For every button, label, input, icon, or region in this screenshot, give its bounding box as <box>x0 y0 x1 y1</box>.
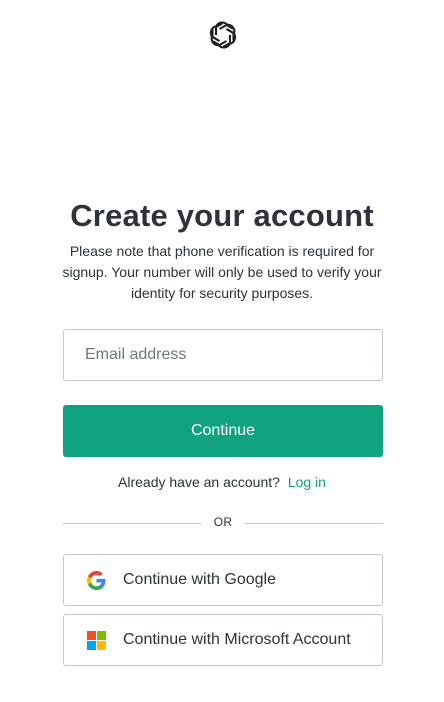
continue-with-microsoft-button[interactable]: Continue with Microsoft Account <box>63 614 383 666</box>
google-button-label: Continue with Google <box>123 571 276 588</box>
microsoft-icon <box>86 630 106 650</box>
continue-button[interactable]: Continue <box>63 405 383 457</box>
login-prompt-row: Already have an account? Log in <box>0 474 444 490</box>
email-field[interactable] <box>63 329 383 381</box>
microsoft-icon-red <box>86 630 96 640</box>
phone-verification-notice: Please note that phone verification is r… <box>62 243 382 301</box>
microsoft-icon-yellow <box>96 640 106 650</box>
google-icon <box>86 570 106 590</box>
continue-with-google-button[interactable]: Continue with Google <box>63 554 383 606</box>
or-divider: OR <box>63 514 383 532</box>
login-prompt-text: Already have an account? <box>118 474 280 490</box>
openai-logo-icon <box>206 18 240 52</box>
login-link[interactable]: Log in <box>288 474 326 490</box>
microsoft-icon-green <box>96 630 106 640</box>
divider-line-right <box>245 523 383 524</box>
divider-label: OR <box>213 515 233 529</box>
microsoft-icon-blue <box>86 640 96 650</box>
page-title: Create your account <box>70 198 374 233</box>
microsoft-button-label: Continue with Microsoft Account <box>123 631 351 648</box>
